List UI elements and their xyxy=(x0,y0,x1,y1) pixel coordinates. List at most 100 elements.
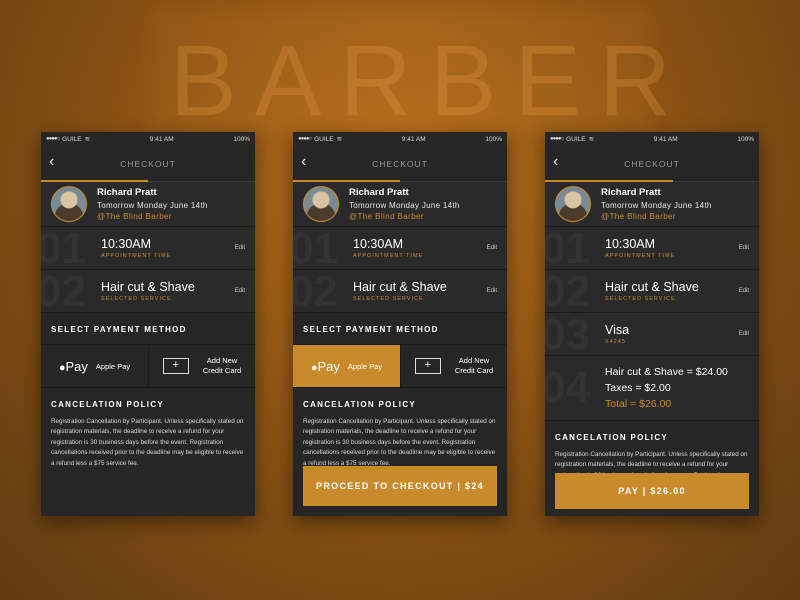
nav-header: ‹ CHECKOUT xyxy=(293,146,507,182)
proceed-to-checkout-button[interactable]: PROCEED TO CHECKOUT | $24 xyxy=(303,466,497,506)
step-number: 01 xyxy=(41,227,86,270)
apple-pay-label: Apple Pay xyxy=(95,361,131,371)
policy-title: CANCELATION POLICY xyxy=(303,400,417,409)
appointment-time: 10:30AM xyxy=(605,237,656,251)
shop-name: @The Blind Barber xyxy=(349,212,424,221)
service-row: 02 Hair cut & Shave SELECTED SERVICE Edi… xyxy=(545,270,759,313)
appointment-time: 10:30AM xyxy=(101,237,152,251)
barber-name: Richard Pratt xyxy=(349,187,409,198)
appointment-time-row: 01 10:30AM APPOINTMENT TIME Edit xyxy=(41,227,255,270)
pay-button[interactable]: PAY | $26.00 xyxy=(555,473,749,509)
battery-level: 100% xyxy=(233,135,250,143)
edit-service-button[interactable]: Edit xyxy=(739,288,749,294)
status-time: 9:41 AM xyxy=(149,135,174,143)
phone-screen-payment-select: ●●●●○ GUILE ≋ 9:41 AM 100% ‹ CHECKOUT Rich… xyxy=(41,132,255,516)
add-card-label-1: Add New xyxy=(458,356,490,365)
apple-pay-label: Apple Pay xyxy=(347,361,383,371)
background-barber-sign: BARBER xyxy=(170,25,690,137)
appointment-date: Tomorrow Monday June 14th xyxy=(97,201,208,210)
nav-header: ‹ CHECKOUT xyxy=(545,146,759,182)
service-name: Hair cut & Shave xyxy=(353,280,447,294)
add-card-label-2: Credit Card xyxy=(202,366,242,375)
step-number: 02 xyxy=(293,270,338,313)
card-last4: X4245 xyxy=(605,339,626,345)
appointment-date: Tomorrow Monday June 14th xyxy=(349,201,460,210)
policy-title: CANCELATION POLICY xyxy=(51,400,165,409)
plus-icon: + xyxy=(414,358,441,374)
service-price: Hair cut & Shave = $24.00 xyxy=(605,366,728,378)
appointment-time-label: APPOINTMENT TIME xyxy=(101,253,172,259)
shop-name: @The Blind Barber xyxy=(601,212,676,221)
status-time: 9:41 AM xyxy=(653,135,678,143)
add-credit-card-option[interactable]: + Add New Credit Card xyxy=(149,345,255,387)
back-chevron-icon[interactable]: ‹ xyxy=(553,154,558,170)
service-row: 02 Hair cut & Shave SELECTED SERVICE Edi… xyxy=(41,270,255,313)
total-amount: Total = $26.00 xyxy=(605,398,672,410)
appointment-time-label: APPOINTMENT TIME xyxy=(353,253,424,259)
edit-card-button[interactable]: Edit xyxy=(739,331,749,337)
step-number: 04 xyxy=(545,363,590,412)
service-label: SELECTED SERVICE xyxy=(353,296,424,302)
back-chevron-icon[interactable]: ‹ xyxy=(49,154,54,170)
payment-options: ●Pay Apple Pay + Add New Credit Card xyxy=(293,344,507,388)
add-credit-card-option[interactable]: + Add New Credit Card xyxy=(401,345,507,387)
status-bar: ●●●●○ GUILE ≋ 9:41 AM 100% xyxy=(545,132,759,146)
step-number: 01 xyxy=(293,227,338,270)
back-chevron-icon[interactable]: ‹ xyxy=(301,154,306,170)
edit-service-button[interactable]: Edit xyxy=(235,288,245,294)
add-card-label-2: Credit Card xyxy=(454,366,494,375)
wifi-icon: ≋ xyxy=(84,136,91,143)
step-number: 02 xyxy=(545,270,590,313)
apple-pay-option[interactable]: ●Pay Apple Pay xyxy=(41,345,149,387)
payment-section-title: SELECT PAYMENT METHOD xyxy=(303,325,439,334)
appointment-time-label: APPOINTMENT TIME xyxy=(605,253,676,259)
page-title: CHECKOUT xyxy=(624,159,680,169)
page-title: CHECKOUT xyxy=(120,159,176,169)
avatar xyxy=(303,186,339,222)
carrier-label: GUILE xyxy=(314,135,334,143)
status-time: 9:41 AM xyxy=(401,135,426,143)
carrier-label: GUILE xyxy=(62,135,82,143)
policy-text: Registration Cancellation by Participant… xyxy=(303,418,496,467)
signal-icon: ●●●●○ xyxy=(550,136,564,142)
avatar xyxy=(51,186,87,222)
battery-level: 100% xyxy=(485,135,502,143)
page-title: CHECKOUT xyxy=(372,159,428,169)
edit-time-button[interactable]: Edit xyxy=(487,245,497,251)
policy-title: CANCELATION POLICY xyxy=(555,433,669,442)
appointment-time-row: 01 10:30AM APPOINTMENT TIME Edit xyxy=(545,227,759,270)
step-number: 02 xyxy=(41,270,86,313)
service-label: SELECTED SERVICE xyxy=(101,296,172,302)
barber-name: Richard Pratt xyxy=(97,187,157,198)
order-totals: 04 Hair cut & Shave = $24.00 Taxes = $2.… xyxy=(545,356,759,421)
edit-time-button[interactable]: Edit xyxy=(739,245,749,251)
wifi-icon: ≋ xyxy=(588,136,595,143)
status-bar: ●●●●○ GUILE ≋ 9:41 AM 100% xyxy=(41,132,255,146)
add-card-label-1: Add New xyxy=(206,356,238,365)
wifi-icon: ≋ xyxy=(336,136,343,143)
edit-time-button[interactable]: Edit xyxy=(235,245,245,251)
shop-name: @The Blind Barber xyxy=(97,212,172,221)
apple-pay-option[interactable]: ●Pay Apple Pay xyxy=(293,345,401,387)
card-name: Visa xyxy=(605,323,630,337)
apple-pay-logo-icon: ●Pay xyxy=(58,358,88,374)
plus-icon: + xyxy=(162,358,189,374)
apple-pay-logo-icon: ●Pay xyxy=(310,358,340,374)
edit-service-button[interactable]: Edit xyxy=(487,288,497,294)
status-bar: ●●●●○ GUILE ≋ 9:41 AM 100% xyxy=(293,132,507,146)
barber-profile: Richard Pratt Tomorrow Monday June 14th … xyxy=(545,182,759,227)
service-name: Hair cut & Shave xyxy=(101,280,195,294)
barber-profile: Richard Pratt Tomorrow Monday June 14th … xyxy=(293,182,507,227)
appointment-date: Tomorrow Monday June 14th xyxy=(601,201,712,210)
payment-card-row: 03 Visa X4245 Edit xyxy=(545,313,759,356)
payment-options: ●Pay Apple Pay + Add New Credit Card xyxy=(41,344,255,388)
service-name: Hair cut & Shave xyxy=(605,280,699,294)
signal-icon: ●●●●○ xyxy=(298,136,312,142)
battery-level: 100% xyxy=(737,135,754,143)
appointment-time: 10:30AM xyxy=(353,237,404,251)
signal-icon: ●●●●○ xyxy=(46,136,60,142)
phone-screen-pay: ●●●●○ GUILE ≋ 9:41 AM 100% ‹ CHECKOUT Rich… xyxy=(545,132,759,516)
tax-amount: Taxes = $2.00 xyxy=(605,382,671,394)
appointment-time-row: 01 10:30AM APPOINTMENT TIME Edit xyxy=(293,227,507,270)
step-number: 03 xyxy=(545,313,590,356)
